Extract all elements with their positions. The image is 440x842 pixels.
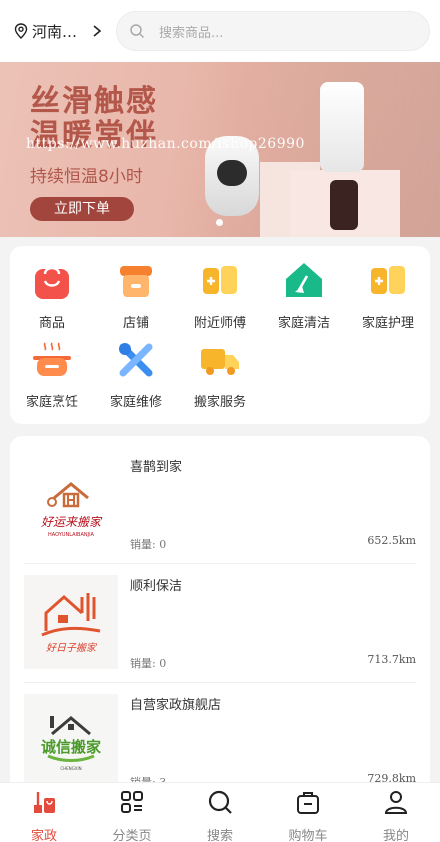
logo-subtext: HAOYUNLAIBANJIA xyxy=(48,532,95,538)
tab-label: 搜索 xyxy=(206,829,233,842)
bottom-tab-bar: 家政 分类页 搜索 购物车 我的 xyxy=(0,782,440,842)
category-item-nearby-workers[interactable]: 附近师傅 xyxy=(178,260,262,331)
logo-text: 诚信搬家 xyxy=(41,738,101,756)
category-item-products[interactable]: 商品 xyxy=(10,260,94,331)
category-item-repair[interactable]: 家庭维修 xyxy=(94,339,178,410)
home-broom-icon xyxy=(286,263,322,297)
category-item-cooking[interactable]: 家庭烹饪 xyxy=(10,339,94,410)
order-now-button[interactable]: 立即下单 xyxy=(30,197,134,221)
user-icon xyxy=(384,791,408,814)
chevron-right-icon xyxy=(93,25,102,37)
store-icon xyxy=(120,266,152,297)
top-header: 河南… 搜索商品... xyxy=(0,0,440,62)
cart-icon xyxy=(297,792,319,814)
banner-subtitle: 持续恒温8小时 xyxy=(30,167,143,187)
store-logo: 好运来搬家 HAOYUNLAIBANJIA xyxy=(24,456,118,550)
home-service-icon xyxy=(34,792,55,813)
tab-categories[interactable]: 分类页 xyxy=(88,789,176,842)
store-distance: 713.7km xyxy=(367,653,416,666)
tab-search[interactable]: 搜索 xyxy=(176,789,264,842)
store-distance: 652.5km xyxy=(367,534,416,547)
category-label: 附近师傅 xyxy=(193,316,246,331)
category-label: 家庭清洁 xyxy=(277,316,330,331)
tab-home-service[interactable]: 家政 xyxy=(0,789,88,842)
store-name: 顺利保洁 xyxy=(130,579,183,594)
cooking-pot-icon xyxy=(33,342,71,376)
store-sales: 销量: 0 xyxy=(130,657,167,670)
carousel-indicator xyxy=(216,219,223,226)
diffuser-product-image xyxy=(330,180,358,230)
grid-icon xyxy=(121,791,143,813)
category-label: 家庭烹饪 xyxy=(25,395,78,410)
list-item[interactable]: 诚信搬家 CHENGXIN 自营家政旗舰店 销量: 3 729.8km xyxy=(24,684,416,796)
store-name: 自营家政旗舰店 xyxy=(130,698,222,713)
category-grid: 商品 店铺 附近师傅 家庭清洁 家庭护理 家庭烹饪 家庭维修 搬家服务 xyxy=(10,246,430,424)
logo-text: 好运来搬家 xyxy=(41,515,103,529)
truck-icon xyxy=(201,349,239,375)
search-input[interactable]: 搜索商品... xyxy=(116,11,430,51)
logo-text: 好日子搬家 xyxy=(46,642,98,654)
tab-cart[interactable]: 购物车 xyxy=(264,789,352,842)
store-name: 喜鹊到家 xyxy=(130,460,183,475)
store-logo: 诚信搬家 CHENGXIN xyxy=(24,694,118,788)
store-list: 好运来搬家 HAOYUNLAIBANJIA 喜鹊到家 销量: 0 652.5km… xyxy=(10,436,430,796)
list-item[interactable]: 好运来搬家 HAOYUNLAIBANJIA 喜鹊到家 销量: 0 652.5km xyxy=(24,446,416,564)
search-placeholder: 搜索商品... xyxy=(159,25,224,41)
store-sales: 销量: 0 xyxy=(130,538,167,551)
tools-icon xyxy=(119,343,153,377)
search-icon xyxy=(208,790,232,814)
category-label: 搬家服务 xyxy=(193,395,246,410)
logo-subtext: CHENGXIN xyxy=(60,766,81,771)
shopping-bag-icon xyxy=(35,266,69,299)
store-logo: 好日子搬家 xyxy=(24,575,118,669)
map-plus-icon xyxy=(203,266,237,294)
category-item-home-care[interactable]: 家庭护理 xyxy=(346,260,430,331)
category-label: 店铺 xyxy=(122,316,149,331)
location-label: 河南… xyxy=(32,22,78,41)
search-icon xyxy=(130,24,145,39)
location-pin-icon xyxy=(14,23,28,39)
category-item-home-cleaning[interactable]: 家庭清洁 xyxy=(262,260,346,331)
list-item[interactable]: 好日子搬家 顺利保洁 销量: 0 713.7km xyxy=(24,565,416,683)
category-item-moving[interactable]: 搬家服务 xyxy=(178,339,262,410)
category-label: 家庭维修 xyxy=(109,395,162,410)
tab-label: 家政 xyxy=(30,829,57,842)
tab-label: 我的 xyxy=(382,829,409,842)
category-item-stores[interactable]: 店铺 xyxy=(94,260,178,331)
category-label: 家庭护理 xyxy=(361,316,414,331)
promo-banner[interactable]: 丝滑触感 温暖常伴 https://www.huzhan.com/ishop26… xyxy=(0,62,440,237)
tab-label: 购物车 xyxy=(288,829,328,842)
humidifier-product-image xyxy=(320,82,364,172)
map-plus-icon xyxy=(371,266,405,294)
tab-profile[interactable]: 我的 xyxy=(352,789,440,842)
tab-label: 分类页 xyxy=(112,829,152,842)
banner-watermark: https://www.huzhan.com/ishop26990 xyxy=(26,136,305,152)
category-label: 商品 xyxy=(38,316,65,331)
location-selector[interactable]: 河南… xyxy=(14,21,106,42)
